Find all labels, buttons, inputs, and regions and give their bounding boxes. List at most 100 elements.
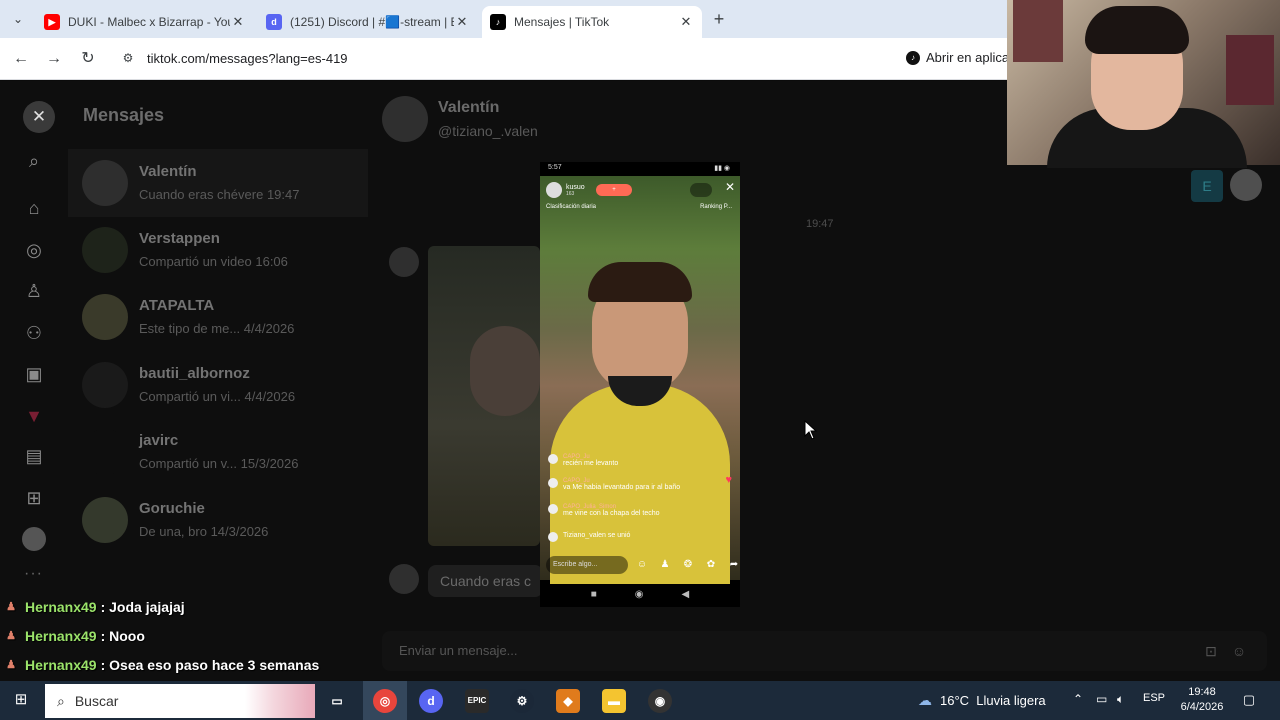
user-badge-icon: ♟ [6,600,16,613]
live-comment: CAPO_Ju recién me levanto [548,454,718,467]
language-indicator[interactable]: ESP [1143,692,1165,704]
vegas-icon[interactable]: ◆ [556,689,580,713]
tab-tiktok[interactable]: ♪ Mensajes | TikTok ✕ [482,6,702,38]
user-badge-icon: ♟ [6,629,16,642]
reload-icon[interactable]: ↻ [77,48,99,70]
message-input[interactable]: Enviar un mensaje... [382,631,1267,671]
chat-username: Hernanx49 [25,656,97,673]
discord-icon[interactable]: d [419,689,443,713]
tab-youtube[interactable]: ▶ DUKI - Malbec x Bizarrap - You ✕ [36,6,254,38]
conversation-item[interactable]: ATAPALTA Este tipo de me... 4/4/2026 [68,283,368,351]
user-badge-icon: ♟ [6,658,16,671]
conversation-preview: Este tipo de me... 4/4/2026 [139,321,295,336]
conversation-item[interactable]: bautii_albornoz Compartió un vi... 4/4/2… [68,351,368,419]
open-in-app-button[interactable]: ♪ Abrir en aplica [906,50,1009,65]
sender-avatar [389,247,419,277]
conversation-name: javirc [139,432,179,449]
new-tab-button[interactable]: + [708,8,730,30]
clock-date: 6/4/2026 [1180,701,1224,713]
avatar[interactable] [1230,169,1262,201]
viewers-avatars [690,183,712,197]
upload-icon[interactable]: ⊞ [22,486,46,510]
conversation-name: bautii_albornoz [139,365,250,382]
emoji-icon[interactable]: ☺ [1229,641,1249,661]
messages-icon[interactable]: ▼ [22,404,46,428]
emoji-icon: ☺ [636,559,648,570]
tiktok-icon: ♪ [906,50,920,65]
avatar [82,227,128,273]
obs-icon[interactable]: ◉ [648,689,672,713]
file-explorer-icon[interactable]: ▬ [602,689,626,713]
avatar [82,294,128,340]
following-icon[interactable]: ♙ [22,279,46,303]
close-icon[interactable]: ✕ [23,101,55,133]
explore-icon[interactable]: ◎ [22,238,46,262]
conversation-preview: Cuando eras chévere 19:47 [139,187,300,202]
taskbar: ⊞ ⌕ Buscar ▭ ◎ d EPIC ⚙ ◆ ▬ ◉ ☁ 16°C Llu… [0,681,1280,720]
back-icon[interactable]: ← [10,48,32,70]
avatar [546,182,562,198]
network-icon[interactable]: ▭ [1096,692,1107,706]
conversation-item[interactable]: Goruchie De una, bro 14/3/2026 [68,486,368,554]
task-view-icon[interactable]: ▭ [325,689,349,713]
clock[interactable]: 19:48 6/4/2026 [1174,685,1230,715]
open-in-app-label: Abrir en aplica [926,50,1010,65]
chat-message: : Joda jajajaj [100,598,185,615]
mouse-cursor-icon [804,420,818,440]
close-tab-icon[interactable]: ✕ [230,14,246,30]
activity-icon[interactable]: ▤ [22,444,46,468]
live-comment: Tiziano_valen se unió [548,532,718,542]
steam-icon[interactable]: ⚙ [510,689,534,713]
user-badge[interactable]: E [1191,170,1223,202]
search-placeholder: Buscar [74,693,119,709]
forward-icon[interactable]: → [43,48,65,70]
image-icon[interactable]: ⊡ [1201,641,1221,661]
tab-title: DUKI - Malbec x Bizarrap - You [68,15,230,29]
home-icon[interactable]: ⌂ [22,196,46,220]
daily-ranking-label: Clasificación diaria [546,204,597,210]
search-icon: ⌕ [57,692,65,709]
stream-chat-line: ♟ Hernanx49 : Joda jajajaj [4,592,404,621]
windows-start-icon[interactable]: ⊞ [12,691,30,709]
live-stream-video: kusuo 163 + ✕ Clasificación diaria Ranki… [540,176,743,584]
site-info-icon[interactable]: ⚙ [120,50,136,66]
search-icon[interactable]: ⌕ [22,149,46,173]
ranking-label: Ranking P... [700,204,732,210]
volume-icon[interactable]: 🔈︎ [1117,692,1124,707]
taskbar-search[interactable]: ⌕ Buscar [45,684,315,718]
chevron-up-icon[interactable]: ⌃ [1073,692,1083,706]
conversation-item[interactable]: Verstappen Compartió un video 16:06 [68,216,368,284]
avatar [82,362,128,408]
chat-user-name[interactable]: Valentín [438,99,499,117]
chrome-icon[interactable]: ◎ [373,689,397,713]
live-icon[interactable]: ▣ [22,362,46,386]
friends-icon[interactable]: ⚇ [22,321,46,345]
live-actions: ☺ ♟ ❂ ✿ ➦ [628,556,743,574]
stream-chat-overlay: ♟ Hernanx49 : Joda jajajaj ♟ Hernanx49 :… [4,592,404,679]
live-comment: CAPO_Julia_Simon me vine con la chapa del… [548,504,718,517]
live-host: kusuo 163 [546,182,585,198]
live-comment: CAPO_Ju va Me habia levantado para ir al … [548,478,718,491]
close-tab-icon[interactable]: ✕ [678,14,694,30]
chat-avatar[interactable] [382,96,428,142]
tab-discord[interactable]: d (1251) Discord | #🟦-stream | E ✕ [258,6,478,38]
close-tab-icon[interactable]: ✕ [454,14,470,30]
epic-games-icon[interactable]: EPIC [465,689,489,713]
more-icon[interactable]: ··· [24,565,43,583]
shared-video-message[interactable] [428,246,540,546]
share-icon: ♟ [660,559,670,570]
phone-status-icons: ▮▮ ◉ [714,165,730,172]
page-title: Mensajes [83,105,165,125]
browser-toolbar: ← → ↻ ⚙ tiktok.com/messages?lang=es-419 … [0,38,1010,80]
tab-search-chevron-icon[interactable]: ⌄ [8,9,28,29]
chat-user-handle[interactable]: @tiziano_.valen [438,123,538,139]
conversation-item[interactable]: javirc Compartió un v... 15/3/2026 [68,418,368,486]
address-bar[interactable]: tiktok.com/messages?lang=es-419 [147,51,348,66]
profile-avatar[interactable] [22,527,46,551]
browser-tabstrip: ⌄ ▶ DUKI - Malbec x Bizarrap - You ✕ d (… [0,0,1010,38]
live-comment-input: Escribe algo... [546,556,628,574]
conversation-item[interactable]: Valentín Cuando eras chévere 19:47 [68,149,368,217]
weather-widget[interactable]: ☁ 16°C Lluvia ligera [918,692,1046,709]
discord-icon: d [266,14,282,30]
notification-icon[interactable]: ▢ [1240,691,1258,709]
